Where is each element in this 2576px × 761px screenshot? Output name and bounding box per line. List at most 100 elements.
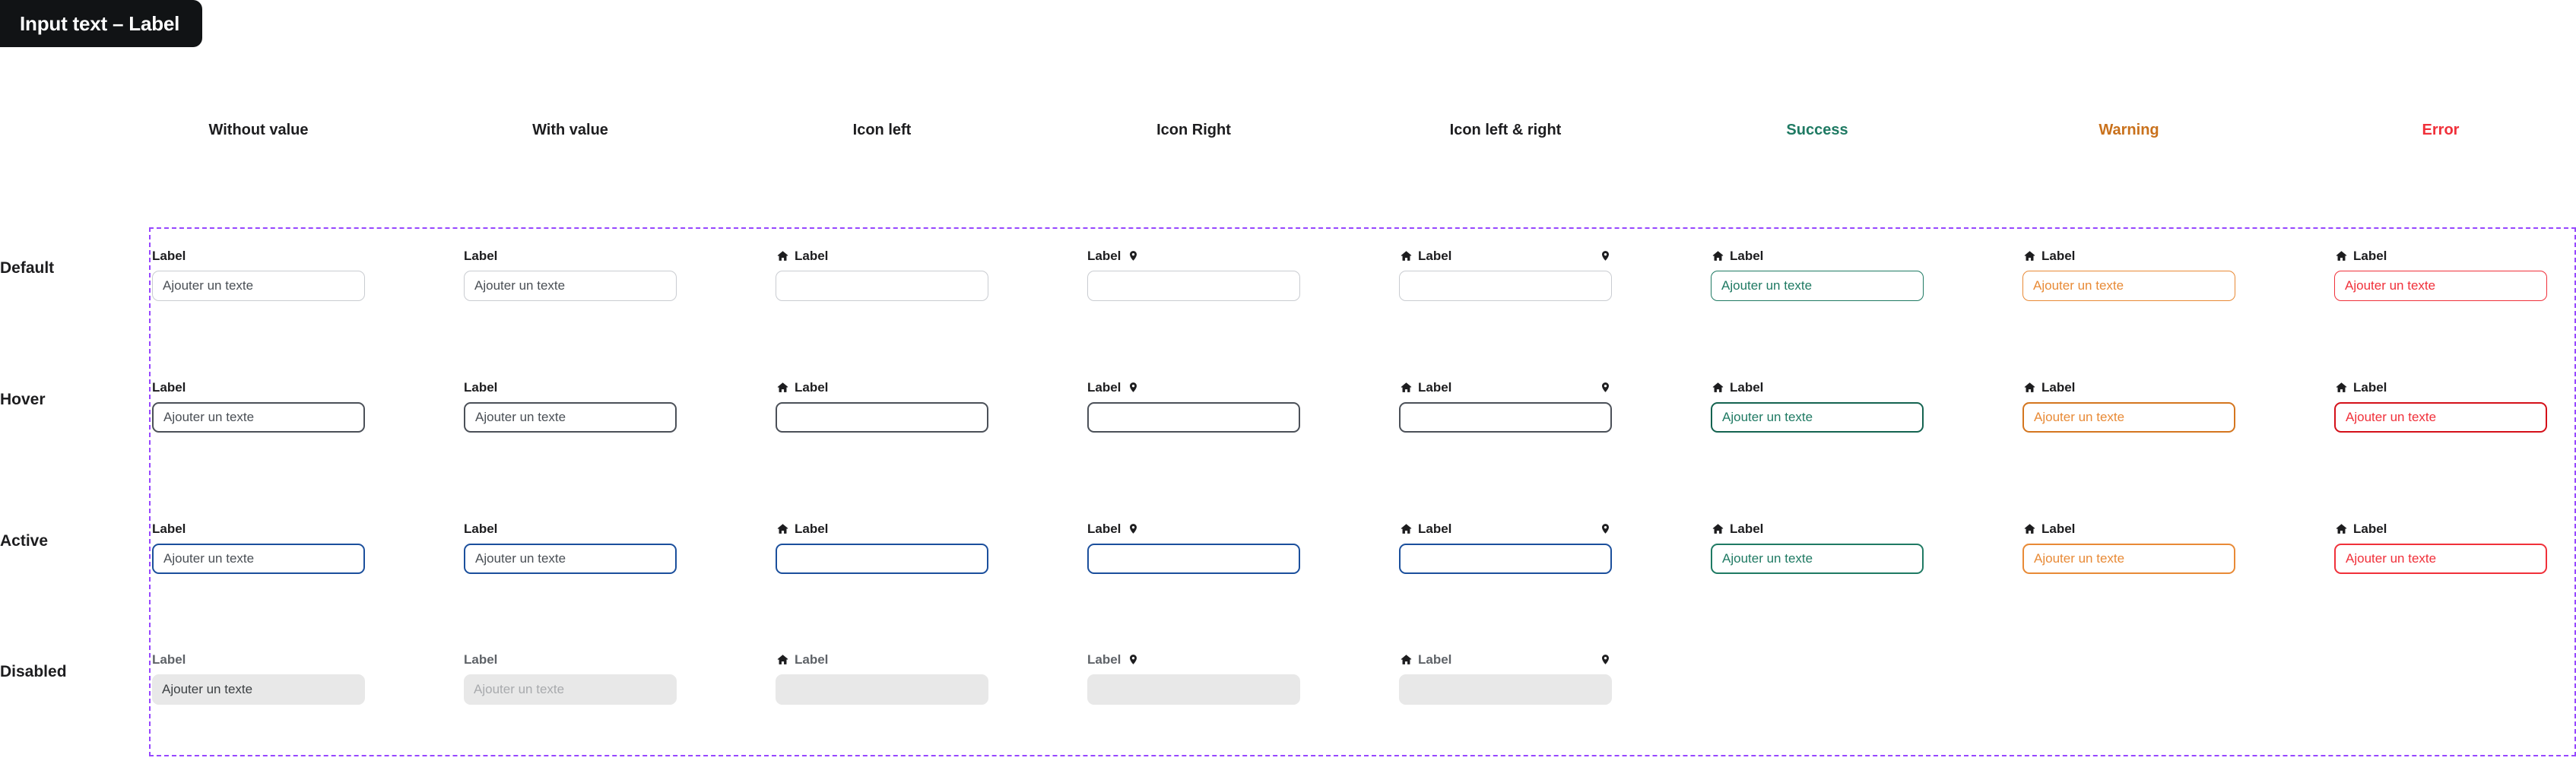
input-field-active-success[interactable]: Label Ajouter un texte — [1711, 520, 1924, 574]
home-icon — [1399, 522, 1413, 535]
field-label-left-group: Label — [776, 249, 828, 262]
text-input[interactable]: Ajouter un texte — [2334, 402, 2547, 433]
field-label: Label — [152, 248, 186, 263]
home-icon — [776, 249, 789, 262]
input-field-hover-without_value[interactable]: Label Ajouter un texte — [152, 379, 365, 433]
home-icon — [1399, 652, 1413, 666]
input-field-active-without_value[interactable]: Label Ajouter un texte — [152, 520, 365, 574]
field-label-left-group: Label — [1087, 249, 1140, 262]
text-input[interactable]: Ajouter un texte — [152, 544, 365, 574]
field-label: Label — [1730, 521, 1764, 536]
field-label-left-group: Label — [1087, 652, 1140, 666]
field-label-left-group: Label — [1399, 652, 1451, 666]
text-input[interactable] — [776, 544, 988, 574]
field-label: Label — [152, 521, 186, 536]
text-input[interactable] — [776, 271, 988, 301]
field-label-left-group: Label — [464, 249, 497, 262]
input-field-active-error[interactable]: Label Ajouter un texte — [2334, 520, 2547, 574]
home-icon — [2334, 522, 2348, 535]
input-field-active-warning[interactable]: Label Ajouter un texte — [2022, 520, 2235, 574]
field-label-row: Label — [1087, 379, 1300, 395]
text-input[interactable]: Ajouter un texte — [152, 402, 365, 433]
text-input[interactable] — [1399, 402, 1612, 433]
field-label: Label — [1087, 379, 1121, 395]
input-field-default-with_value[interactable]: Label Ajouter un texte — [464, 247, 677, 301]
home-icon — [1399, 380, 1413, 394]
input-field-default-icon_left[interactable]: Label — [776, 247, 988, 301]
map-pin-icon — [1126, 380, 1140, 394]
text-input[interactable]: Ajouter un texte — [152, 271, 365, 301]
home-icon — [2022, 249, 2036, 262]
field-label-row: Label — [1087, 247, 1300, 264]
field-label-row: Label — [464, 379, 677, 395]
text-input[interactable]: Ajouter un texte — [1711, 544, 1924, 574]
column-header-success: Success — [1786, 122, 1848, 138]
input-field-default-icon_right[interactable]: Label — [1087, 247, 1300, 301]
text-input[interactable]: Ajouter un texte — [2334, 544, 2547, 574]
text-input[interactable]: Ajouter un texte — [2022, 544, 2235, 574]
input-field-default-without_value[interactable]: Label Ajouter un texte — [152, 247, 365, 301]
field-label-row: Label — [464, 520, 677, 537]
field-label-left-group: Label — [776, 522, 828, 535]
field-label: Label — [2041, 379, 2076, 395]
field-label-row: Label — [1399, 379, 1612, 395]
input-field-active-icon_both[interactable]: Label — [1399, 520, 1612, 574]
map-pin-icon — [1126, 249, 1140, 262]
field-label-row: Label — [1399, 247, 1612, 264]
field-label-left-group: Label — [152, 522, 186, 535]
field-label-row: Label — [1087, 651, 1300, 667]
input-field-hover-warning[interactable]: Label Ajouter un texte — [2022, 379, 2235, 433]
text-input[interactable] — [1399, 544, 1612, 574]
text-input[interactable]: Ajouter un texte — [2022, 271, 2235, 301]
field-label-left-group: Label — [2022, 249, 2075, 262]
field-label-row: Label — [152, 379, 365, 395]
text-input — [776, 674, 988, 705]
row-label-active: Active — [0, 532, 49, 550]
input-field-hover-success[interactable]: Label Ajouter un texte — [1711, 379, 1924, 433]
home-icon — [1711, 380, 1724, 394]
field-label-left-group: Label — [2334, 249, 2387, 262]
field-label: Label — [2353, 379, 2387, 395]
text-input[interactable] — [1087, 544, 1300, 574]
field-label-row: Label — [776, 651, 988, 667]
input-field-active-icon_right[interactable]: Label — [1087, 520, 1300, 574]
input-field-hover-error[interactable]: Label Ajouter un texte — [2334, 379, 2547, 433]
home-icon — [776, 380, 789, 394]
text-input[interactable]: Ajouter un texte — [1711, 402, 1924, 433]
input-field-disabled-without_value: Label Ajouter un texte — [152, 651, 365, 705]
input-field-active-with_value[interactable]: Label Ajouter un texte — [464, 520, 677, 574]
input-field-hover-icon_left[interactable]: Label — [776, 379, 988, 433]
text-input[interactable]: Ajouter un texte — [1711, 271, 1924, 301]
field-label-row: Label — [1711, 520, 1924, 537]
column-header-icon_right: Icon Right — [1156, 122, 1231, 138]
input-field-active-icon_left[interactable]: Label — [776, 520, 988, 574]
field-label: Label — [795, 652, 829, 667]
text-input[interactable] — [1087, 271, 1300, 301]
field-label-row: Label — [1399, 520, 1612, 537]
field-label-left-group: Label — [1399, 522, 1451, 535]
field-label-row: Label — [152, 247, 365, 264]
text-input: Ajouter un texte — [464, 674, 677, 705]
text-input[interactable] — [1087, 402, 1300, 433]
map-pin-icon — [1598, 380, 1612, 394]
input-field-default-error[interactable]: Label Ajouter un texte — [2334, 247, 2547, 301]
text-input[interactable] — [776, 402, 988, 433]
input-field-hover-icon_both[interactable]: Label — [1399, 379, 1612, 433]
text-input[interactable]: Ajouter un texte — [464, 271, 677, 301]
row-label-hover: Hover — [0, 391, 46, 408]
input-field-hover-with_value[interactable]: Label Ajouter un texte — [464, 379, 677, 433]
input-field-default-icon_both[interactable]: Label — [1399, 247, 1612, 301]
map-pin-icon — [1126, 652, 1140, 666]
text-input[interactable]: Ajouter un texte — [2334, 271, 2547, 301]
home-icon — [776, 652, 789, 666]
text-input[interactable] — [1399, 271, 1612, 301]
field-label-row: Label — [1087, 520, 1300, 537]
field-label-row: Label — [2022, 520, 2235, 537]
field-label: Label — [464, 379, 498, 395]
text-input[interactable]: Ajouter un texte — [464, 402, 677, 433]
input-field-default-warning[interactable]: Label Ajouter un texte — [2022, 247, 2235, 301]
text-input[interactable]: Ajouter un texte — [2022, 402, 2235, 433]
text-input[interactable]: Ajouter un texte — [464, 544, 677, 574]
input-field-default-success[interactable]: Label Ajouter un texte — [1711, 247, 1924, 301]
input-field-hover-icon_right[interactable]: Label — [1087, 379, 1300, 433]
